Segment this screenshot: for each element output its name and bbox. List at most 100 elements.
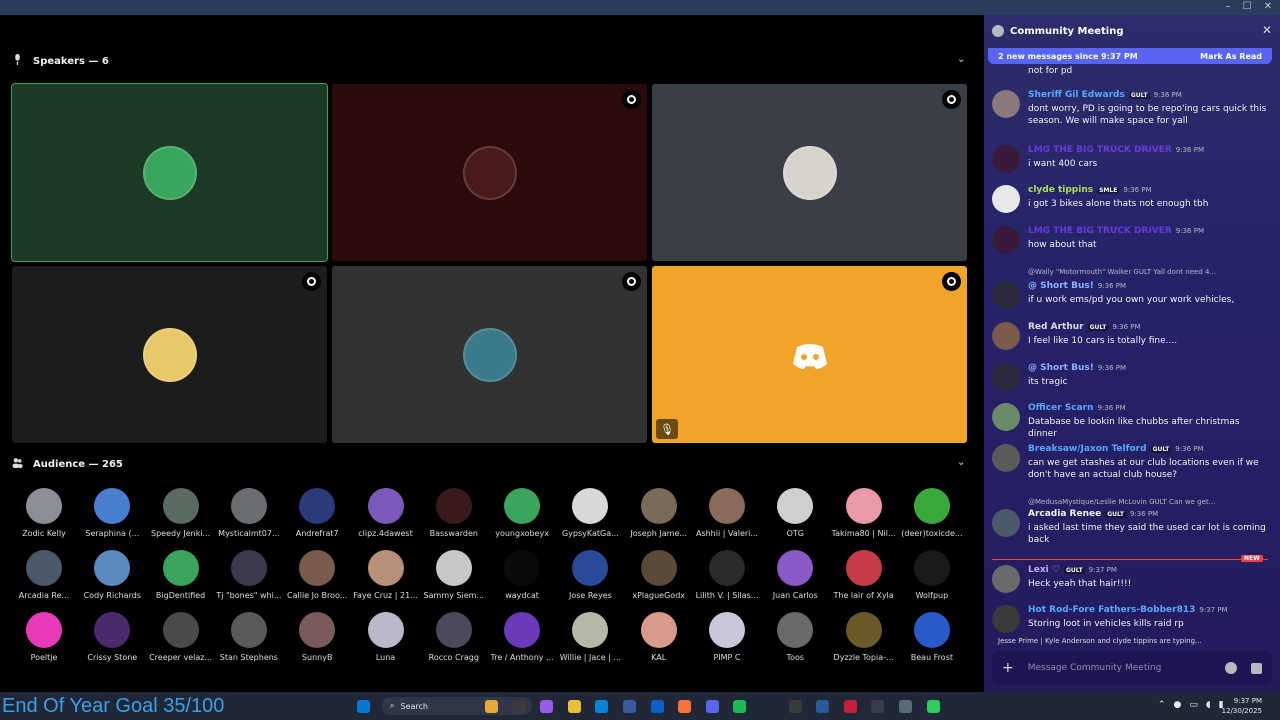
emoji-icon[interactable] bbox=[1225, 662, 1237, 674]
avatar[interactable] bbox=[992, 403, 1020, 431]
speaker-tile[interactable] bbox=[11, 83, 328, 262]
audience-member[interactable]: youngxobeyx bbox=[488, 488, 556, 546]
audience-member[interactable]: Mysticalmt07... bbox=[215, 488, 283, 546]
avatar[interactable] bbox=[992, 509, 1020, 537]
message-author[interactable]: Red Arthur bbox=[1028, 322, 1084, 332]
taskbar-app-icon[interactable] bbox=[678, 700, 692, 713]
speaker-tile[interactable] bbox=[332, 266, 647, 443]
taskbar-app-icon[interactable] bbox=[485, 700, 498, 713]
chevron-up-icon[interactable]: ⌃ bbox=[1158, 700, 1166, 710]
taskbar-app-icon[interactable] bbox=[926, 700, 940, 713]
reply-preview[interactable]: @MedusaMystique/Leslie McLovin GULT Can … bbox=[1028, 498, 1215, 506]
message-author[interactable]: Sheriff Gil Edwards bbox=[1028, 90, 1125, 100]
taskbar-app-icon[interactable] bbox=[816, 700, 830, 713]
audience-member[interactable]: KAL bbox=[625, 612, 693, 670]
audience-member[interactable]: Toos bbox=[761, 612, 829, 670]
audience-member[interactable]: GypsyKatGa... bbox=[556, 488, 624, 546]
audience-member[interactable]: Joseph Jame... bbox=[625, 488, 693, 546]
audience-member[interactable]: Lilith V. | Silas... bbox=[693, 550, 761, 608]
message-author[interactable]: @ Short Bus! bbox=[1028, 281, 1094, 291]
microphone-tray-icon[interactable]: ● bbox=[1174, 700, 1182, 710]
taskbar-app-icon[interactable] bbox=[512, 700, 526, 713]
taskbar-search[interactable]: ⌕ Search bbox=[382, 697, 532, 715]
message-composer[interactable]: + Message Community Meeting bbox=[992, 651, 1272, 685]
audience-member[interactable]: BigDentified bbox=[147, 550, 215, 608]
audience-member[interactable]: Dyzzle Topia-... bbox=[830, 612, 898, 670]
audience-member[interactable]: xPlagueGodx bbox=[625, 550, 693, 608]
audience-member[interactable]: OTG bbox=[761, 488, 829, 546]
message-author[interactable]: Arcadia Renee bbox=[1028, 509, 1101, 519]
taskbar-app-icon[interactable] bbox=[595, 700, 609, 713]
audience-member[interactable]: Seraphina (... bbox=[78, 488, 146, 546]
speaker-tile[interactable] bbox=[12, 266, 327, 443]
taskbar-app-icon[interactable] bbox=[567, 700, 581, 713]
taskbar-app-icon[interactable] bbox=[540, 700, 554, 713]
mark-as-read-button[interactable]: Mark As Read bbox=[1200, 52, 1262, 61]
speaker-tile[interactable] bbox=[332, 84, 647, 261]
audience-member[interactable]: Tre / Anthony ... bbox=[488, 612, 556, 670]
audience-member[interactable]: Faye Cruz | 21... bbox=[352, 550, 420, 608]
taskbar-app-icon[interactable] bbox=[899, 700, 912, 713]
audience-member[interactable]: The lair of Xyla bbox=[830, 550, 898, 608]
avatar[interactable] bbox=[992, 322, 1020, 350]
avatar[interactable] bbox=[992, 444, 1020, 472]
avatar[interactable] bbox=[992, 226, 1020, 254]
audience-member[interactable]: Basswarden bbox=[420, 488, 488, 546]
volume-icon[interactable]: ◖ bbox=[1206, 700, 1211, 710]
audience-member[interactable]: Arcadia Re... bbox=[10, 550, 78, 608]
avatar[interactable] bbox=[992, 185, 1020, 213]
audience-member[interactable]: Jose Reyes bbox=[556, 550, 624, 608]
message-author[interactable]: LMG THE BIG TRUCK DRIVER bbox=[1028, 226, 1172, 236]
monitor-icon[interactable]: ▭ bbox=[1189, 700, 1198, 710]
audience-member[interactable]: Poeltje bbox=[10, 612, 78, 670]
taskbar-app-icon[interactable] bbox=[733, 700, 747, 713]
audience-member[interactable]: SunnyB bbox=[283, 612, 351, 670]
close-chat-button[interactable]: ✕ bbox=[1262, 23, 1272, 37]
audience-member[interactable]: Sammy Siem... bbox=[420, 550, 488, 608]
avatar[interactable] bbox=[992, 605, 1020, 633]
taskbar-app-icon[interactable] bbox=[705, 700, 719, 713]
message-author[interactable]: Lexi ♡ bbox=[1028, 565, 1060, 575]
audience-member[interactable]: Beau Frost bbox=[898, 612, 966, 670]
audience-member[interactable]: waydcat bbox=[488, 550, 556, 608]
avatar[interactable] bbox=[992, 281, 1020, 309]
maximize-button[interactable]: ☐ bbox=[1243, 1, 1252, 12]
audience-member[interactable]: Stan Stephens bbox=[215, 612, 283, 670]
message-input[interactable]: Message Community Meeting bbox=[1028, 663, 1211, 673]
audience-member[interactable]: Wolfpup bbox=[898, 550, 966, 608]
audience-member[interactable]: (deer)toxicde... bbox=[898, 488, 966, 546]
audience-member[interactable]: Cody Richards bbox=[78, 550, 146, 608]
audience-member[interactable]: Creeper velaz... bbox=[147, 612, 215, 670]
message-author[interactable]: Officer Scarn bbox=[1028, 403, 1093, 413]
speakers-header[interactable]: Speakers — 6 ⌄ bbox=[12, 54, 965, 68]
avatar[interactable] bbox=[992, 363, 1020, 391]
audience-member[interactable]: Speedy Jenki... bbox=[147, 488, 215, 546]
audience-member[interactable]: Takima80 | Nil... bbox=[830, 488, 898, 546]
clock[interactable]: 9:37 PM 12/30/2025 bbox=[1222, 696, 1262, 716]
apps-icon[interactable] bbox=[1251, 662, 1262, 674]
message-author[interactable]: clyde tippins bbox=[1028, 185, 1093, 195]
avatar[interactable] bbox=[992, 145, 1020, 173]
speaker-tile[interactable]: 🎙︎ bbox=[652, 266, 967, 443]
audience-member[interactable]: Andrefrat7 bbox=[283, 488, 351, 546]
chevron-down-icon[interactable]: ⌄ bbox=[957, 54, 965, 65]
message-author[interactable]: LMG THE BIG TRUCK DRIVER bbox=[1028, 145, 1172, 155]
message-author[interactable]: Hot Rod-Fore Fathers-Bobber813 bbox=[1028, 605, 1195, 615]
audience-member[interactable]: PIMP C bbox=[693, 612, 761, 670]
taskbar-app-icon[interactable] bbox=[357, 700, 370, 713]
taskbar-app-icon[interactable] bbox=[871, 700, 885, 713]
chevron-down-icon[interactable]: ⌄ bbox=[957, 457, 965, 468]
audience-member[interactable]: Callie Jo Broo... bbox=[283, 550, 351, 608]
new-messages-bar[interactable]: 2 new messages since 9:37 PM Mark As Rea… bbox=[988, 48, 1272, 64]
audience-member[interactable]: Tj "bones" whi... bbox=[215, 550, 283, 608]
minimize-button[interactable]: – bbox=[1226, 1, 1231, 12]
avatar[interactable] bbox=[992, 90, 1020, 118]
message-author[interactable]: @ Short Bus! bbox=[1028, 363, 1094, 373]
taskbar-app-icon[interactable] bbox=[843, 700, 857, 713]
avatar[interactable] bbox=[992, 565, 1020, 593]
audience-member[interactable]: Willie | Jace | ... bbox=[556, 612, 624, 670]
message-author[interactable]: Breaksaw/Jaxon Telford bbox=[1028, 444, 1147, 454]
close-window-button[interactable]: ✕ bbox=[1264, 1, 1272, 12]
reply-preview[interactable]: @Wally "Motormouth" Walker GULT Yall don… bbox=[1028, 268, 1216, 276]
speaker-tile[interactable] bbox=[652, 84, 967, 261]
